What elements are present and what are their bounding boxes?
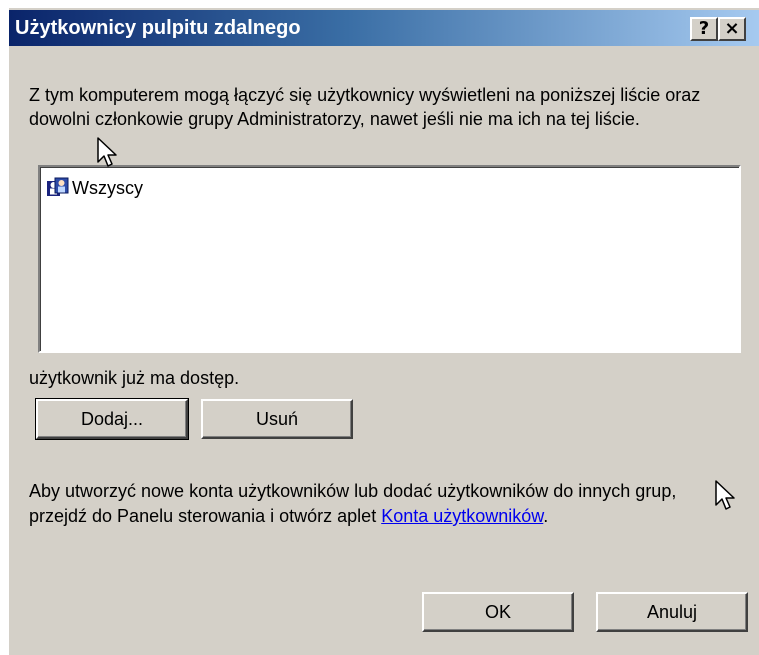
help-icon: ? <box>698 18 710 39</box>
footer-text: Aby utworzyć nowe konta użytkowników lub… <box>29 479 729 529</box>
list-item-label: Wszyscy <box>72 177 143 198</box>
close-button[interactable]: × <box>718 17 746 41</box>
intro-text: Z tym komputerem mogą łączyć się użytkow… <box>29 85 701 129</box>
remove-button[interactable]: Usuń <box>201 399 353 439</box>
ok-button[interactable]: OK <box>422 592 574 632</box>
access-status-text: użytkownik już ma dostęp. <box>29 368 240 388</box>
mouse-pointer-icon <box>97 137 117 167</box>
footer-text-after-link: . <box>543 506 549 526</box>
users-group-icon <box>47 177 69 196</box>
list-item[interactable]: Wszyscy <box>46 175 143 201</box>
mouse-pointer-icon <box>715 480 735 510</box>
cancel-button[interactable]: Anuluj <box>596 592 748 632</box>
users-list[interactable]: Wszyscy <box>38 165 741 353</box>
help-button[interactable]: ? <box>690 17 718 41</box>
window-title: Użytkownicy pulpitu zdalnego <box>15 17 301 39</box>
remote-desktop-users-dialog: Użytkownicy pulpitu zdalnego ? × Z tym k… <box>8 7 759 655</box>
user-accounts-link[interactable]: Konta użytkowników <box>381 506 543 526</box>
add-button[interactable]: Dodaj... <box>35 398 189 440</box>
footer-text-before-link: Aby utworzyć nowe konta użytkowników lub… <box>29 481 677 526</box>
title-bar[interactable]: Użytkownicy pulpitu zdalnego ? × <box>9 10 759 46</box>
close-icon: × <box>724 18 740 39</box>
